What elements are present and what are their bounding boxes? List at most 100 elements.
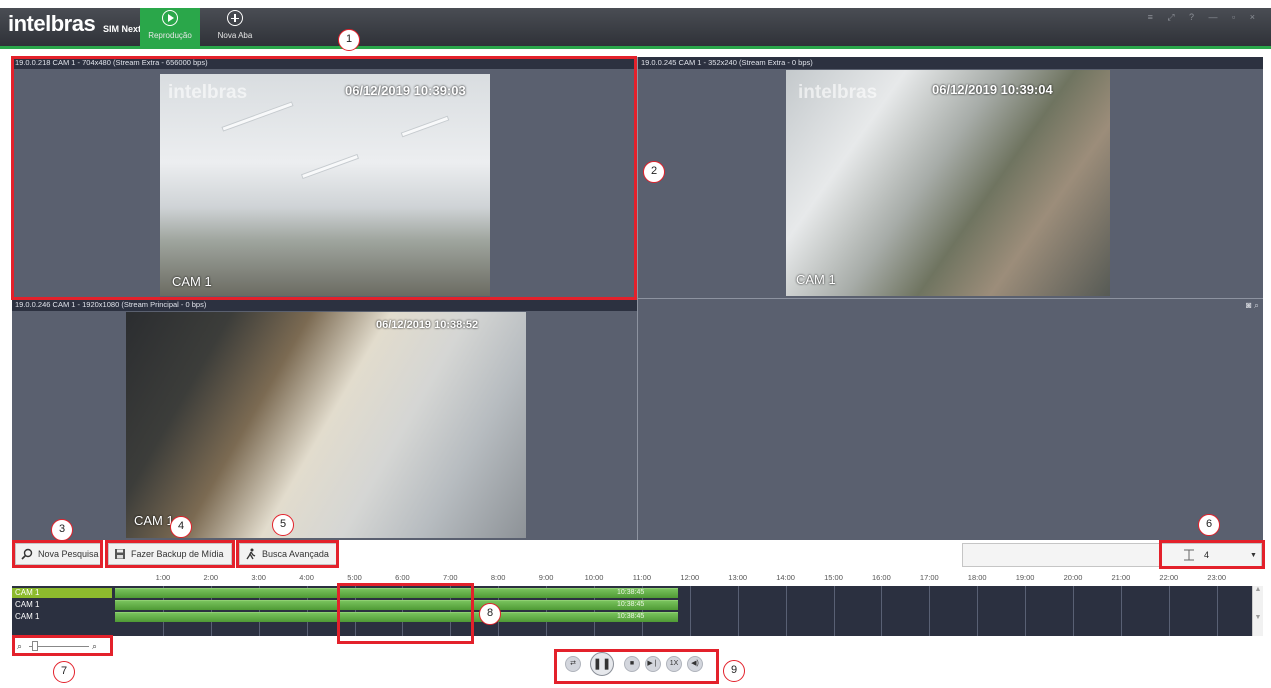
zoom-out-icon[interactable]: ⌕ bbox=[17, 641, 22, 652]
video-pane-1[interactable]: 19.0.0.218 CAM 1 - 704x480 (Stream Extra… bbox=[12, 57, 637, 298]
timeline-tick-label: 4:00 bbox=[299, 573, 314, 582]
annotation-badge: 4 bbox=[170, 516, 192, 538]
annotation-badge: 5 bbox=[272, 514, 294, 536]
timeline-tick-label: 14:00 bbox=[776, 573, 795, 582]
tab-nova-aba[interactable]: Nova Aba bbox=[205, 8, 265, 46]
timeline-tick-label: 11:00 bbox=[632, 573, 651, 582]
pane-header: 19.0.0.218 CAM 1 - 704x480 (Stream Extra… bbox=[12, 57, 637, 69]
recording-bar[interactable] bbox=[115, 612, 678, 622]
camera-label: CAM 1 bbox=[134, 513, 174, 528]
pane-header: 19.0.0.246 CAM 1 - 1920x1080 (Stream Pri… bbox=[12, 299, 637, 311]
sync-icon[interactable]: ⇄ bbox=[565, 656, 581, 672]
recording-bar[interactable] bbox=[115, 600, 678, 610]
pane-header: 19.0.0.245 CAM 1 - 352x240 (Stream Extra… bbox=[638, 57, 1263, 69]
tab-label: Nova Aba bbox=[217, 31, 253, 40]
zoom-slider[interactable] bbox=[29, 646, 89, 647]
camera-label: CAM 1 bbox=[172, 274, 212, 289]
timeline-row[interactable]: CAM 1 10:38:45 bbox=[12, 612, 1263, 622]
row-label: CAM 1 bbox=[15, 600, 40, 609]
plus-circle-icon bbox=[227, 10, 243, 26]
video-timestamp: 06/12/2019 10:39:03 bbox=[345, 83, 466, 98]
video-timestamp: 06/12/2019 10:38:52 bbox=[376, 319, 479, 331]
timeline-tick-label: 16:00 bbox=[872, 573, 891, 582]
next-frame-button[interactable]: ▶❘ bbox=[645, 656, 661, 672]
nova-pesquisa-button[interactable]: Nova Pesquisa bbox=[15, 543, 101, 565]
timeline-tick-label: 20:00 bbox=[1063, 573, 1083, 582]
bar-time: 10:38:45 bbox=[617, 601, 645, 608]
save-icon bbox=[115, 549, 125, 559]
timeline-row[interactable]: CAM 1 10:38:45 bbox=[12, 600, 1263, 610]
stop-button[interactable]: ■ bbox=[624, 656, 640, 672]
annotation-badge: 7 bbox=[53, 661, 75, 683]
video-grid: 19.0.0.218 CAM 1 - 704x480 (Stream Extra… bbox=[12, 57, 1263, 540]
ceiling-light bbox=[221, 101, 294, 132]
timeline-tick-label: 23:00 bbox=[1207, 573, 1227, 582]
timeline-tick-label: 7:00 bbox=[442, 573, 458, 582]
bar-time: 10:38:45 bbox=[617, 589, 645, 596]
chevron-down-icon: ▼ bbox=[1250, 552, 1257, 559]
timeline-tick-label: 8:00 bbox=[490, 573, 506, 582]
timeline-tick-label: 10:00 bbox=[584, 573, 604, 582]
tab-label: Reprodução bbox=[148, 31, 192, 40]
row-label: CAM 1 bbox=[15, 612, 40, 621]
ceiling-light bbox=[300, 153, 360, 180]
annotation-badge: 8 bbox=[479, 603, 501, 625]
timeline-tick-label: 21:00 bbox=[1111, 573, 1131, 582]
timeline-tick-label: 13:00 bbox=[728, 573, 748, 582]
timeline-tick-label: 17:00 bbox=[919, 573, 939, 582]
timeline-tick-label: 9:00 bbox=[538, 573, 554, 582]
timeline-tick-label: 2:00 bbox=[203, 573, 219, 582]
speed-button[interactable]: 1X bbox=[666, 656, 682, 672]
zoom-slider-handle[interactable] bbox=[32, 641, 38, 651]
timeline-tick-label: 5:00 bbox=[347, 573, 362, 582]
brand-logo: intelbras bbox=[8, 11, 96, 36]
vertical-scrollbar[interactable]: ▲ ▼ bbox=[1252, 586, 1263, 636]
camera-feed[interactable]: 06/12/2019 10:38:52 CAM 1 bbox=[126, 312, 526, 538]
horizontal-scrollbar[interactable] bbox=[12, 636, 1263, 654]
camera-feed[interactable]: intelbras 06/12/2019 10:39:03 CAM 1 bbox=[160, 74, 490, 296]
row-label: CAM 1 bbox=[12, 588, 112, 598]
window-controls[interactable]: ≡ ⤢ ? — ▫ × bbox=[1148, 12, 1261, 23]
timeline-tick-label: 3:00 bbox=[251, 573, 266, 582]
timeline-tick-label: 6:00 bbox=[395, 573, 410, 582]
layout-icon bbox=[1184, 549, 1194, 561]
search-icon bbox=[21, 548, 33, 560]
time-scale: 1:00 2:00 3:00 4:00 5:00 6:00 7:00 8:00 9:00 10:0… bbox=[12, 569, 1263, 586]
backup-button[interactable]: Fazer Backup de Mídia bbox=[108, 543, 232, 565]
video-timestamp: 06/12/2019 10:39:04 bbox=[932, 82, 1053, 97]
product-name: SIM Next bbox=[103, 24, 142, 34]
timeline[interactable]: 1:00 2:00 3:00 4:00 5:00 6:00 7:00 8:00 9:00 10:0… bbox=[12, 569, 1263, 654]
busca-avancada-button[interactable]: Busca Avançada bbox=[239, 543, 337, 565]
timeline-tick-label: 12:00 bbox=[680, 573, 700, 582]
timeline-tick-label: 18:00 bbox=[967, 573, 987, 582]
annotation-badge: 1 bbox=[338, 29, 360, 51]
timeline-tick-label: 19:00 bbox=[1015, 573, 1035, 582]
timeline-tick-label: 15:00 bbox=[824, 573, 843, 582]
play-circle-icon bbox=[162, 10, 178, 26]
camera-label: CAM 1 bbox=[796, 272, 836, 287]
timeline-tick-label: 22:00 bbox=[1159, 573, 1179, 582]
video-pane-3[interactable]: 19.0.0.246 CAM 1 - 1920x1080 (Stream Pri… bbox=[12, 299, 637, 540]
watermark: intelbras bbox=[168, 82, 248, 103]
annotation-badge: 9 bbox=[723, 660, 745, 682]
volume-icon[interactable]: ◀) bbox=[687, 656, 703, 672]
running-person-icon bbox=[246, 548, 256, 560]
video-pane-2[interactable]: 19.0.0.245 CAM 1 - 352x240 (Stream Extra… bbox=[638, 57, 1263, 298]
camera-feed[interactable]: intelbras 06/12/2019 10:39:04 CAM 1 bbox=[786, 70, 1110, 296]
tab-reproducao[interactable]: Reprodução bbox=[140, 8, 200, 46]
timeline-row[interactable]: CAM 1 10:38:45 bbox=[12, 588, 1263, 598]
camera-snapshot-icon[interactable]: ◙ ⌕ bbox=[1246, 300, 1259, 311]
button-label: Fazer Backup de Mídia bbox=[131, 549, 224, 559]
annotation-badge: 6 bbox=[1198, 514, 1220, 536]
video-pane-4[interactable]: ◙ ⌕ bbox=[638, 299, 1263, 540]
zoom-in-icon[interactable]: ⌕ bbox=[92, 641, 97, 652]
pause-button[interactable]: ❚❚ bbox=[590, 652, 614, 676]
layout-select[interactable] bbox=[962, 543, 1262, 567]
annotation-badge: 3 bbox=[51, 519, 73, 541]
annotation-badge: 2 bbox=[643, 161, 665, 183]
accent-line bbox=[0, 46, 1271, 49]
layout-select-value: 4 bbox=[1204, 550, 1210, 560]
bar-time: 10:38:45 bbox=[617, 613, 645, 620]
timeline-tick-label: 1:00 bbox=[155, 573, 171, 582]
recording-bar[interactable] bbox=[115, 588, 678, 598]
